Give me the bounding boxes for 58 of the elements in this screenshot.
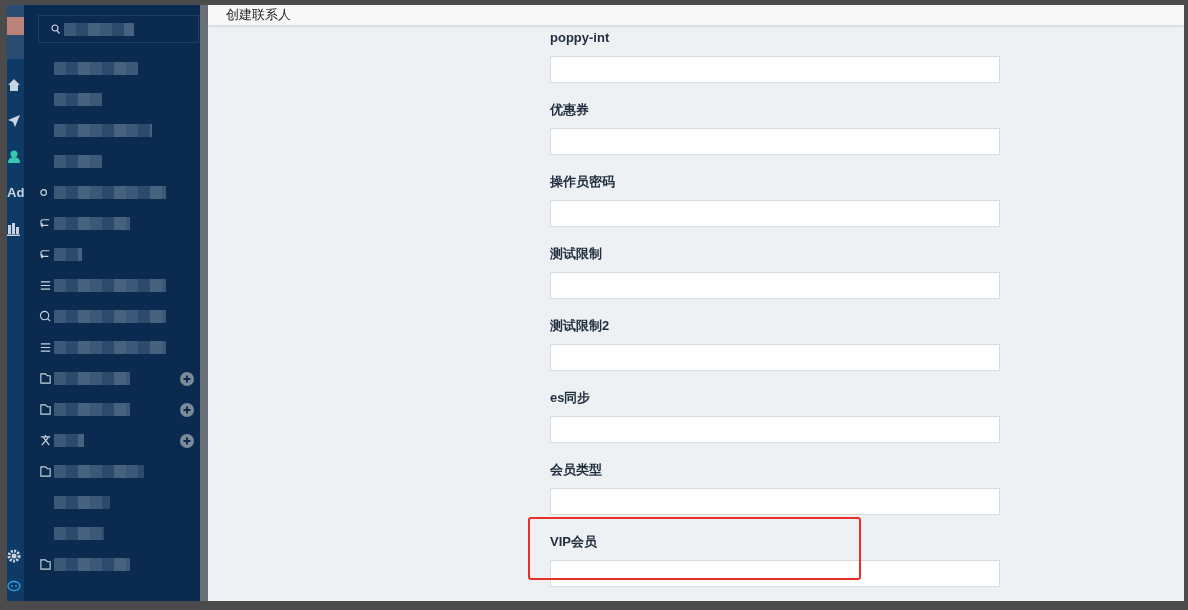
search-field[interactable]: [38, 15, 199, 43]
list-icon: [38, 279, 52, 292]
folder-icon: [38, 465, 52, 478]
redacted-text[interactable]: [54, 217, 130, 230]
folder-icon: [38, 558, 52, 571]
redacted-text[interactable]: [54, 93, 102, 106]
redacted-text[interactable]: [54, 372, 130, 385]
ad-nav-label[interactable]: Ad: [7, 183, 25, 203]
text-input[interactable]: [550, 128, 1000, 155]
field-label: poppy-int: [550, 29, 610, 47]
redacted-text[interactable]: [54, 558, 130, 571]
redacted-text[interactable]: [54, 434, 84, 447]
redacted-text[interactable]: [54, 527, 104, 540]
text-input[interactable]: [550, 200, 1000, 227]
redacted-text[interactable]: [54, 279, 166, 292]
redacted-text[interactable]: [54, 186, 166, 199]
gear-icon[interactable]: [7, 549, 21, 563]
translate-icon: [38, 434, 52, 447]
redacted-text[interactable]: [54, 341, 166, 354]
return-icon: [38, 217, 52, 230]
user-icon[interactable]: [7, 150, 21, 164]
add-icon[interactable]: [180, 402, 194, 417]
field-label: es同步: [550, 389, 591, 407]
redacted-text[interactable]: [54, 403, 130, 416]
field-label: 优惠券: [550, 101, 589, 119]
redacted-text[interactable]: [54, 248, 82, 261]
redacted-text[interactable]: [54, 155, 102, 168]
page-title: 创建联系人: [226, 6, 291, 25]
field-label: 测试限制: [550, 245, 602, 263]
avatar[interactable]: [7, 5, 24, 59]
text-input[interactable]: [550, 344, 1000, 371]
add-icon[interactable]: [180, 433, 194, 448]
folder-icon: [38, 372, 52, 385]
redacted-text[interactable]: [54, 62, 138, 75]
scrollbar[interactable]: [200, 5, 208, 601]
redacted-text[interactable]: [54, 465, 144, 478]
send-icon[interactable]: [7, 114, 21, 128]
bar-chart-icon[interactable]: [7, 222, 21, 236]
list-icon: [38, 341, 52, 354]
home-icon[interactable]: [7, 78, 21, 92]
text-input[interactable]: [550, 272, 1000, 299]
redacted-text[interactable]: [54, 310, 166, 323]
text-input[interactable]: [550, 488, 1000, 515]
field-label: 会员类型: [550, 461, 602, 479]
field-label: 测试限制2: [550, 317, 610, 335]
text-input[interactable]: [550, 416, 1000, 443]
add-icon[interactable]: [180, 371, 194, 386]
text-input[interactable]: [550, 560, 1000, 587]
search-icon: [51, 24, 60, 34]
field-label: VIP会员: [550, 533, 597, 551]
redacted-text[interactable]: [54, 496, 110, 509]
folder-icon: [38, 403, 52, 416]
field-label: 操作员密码: [550, 173, 615, 191]
redacted-text[interactable]: [54, 124, 152, 137]
text-input[interactable]: [550, 56, 1000, 83]
return-icon: [38, 248, 52, 261]
redacted-text: [64, 22, 134, 36]
chat-icon[interactable]: [7, 579, 21, 593]
